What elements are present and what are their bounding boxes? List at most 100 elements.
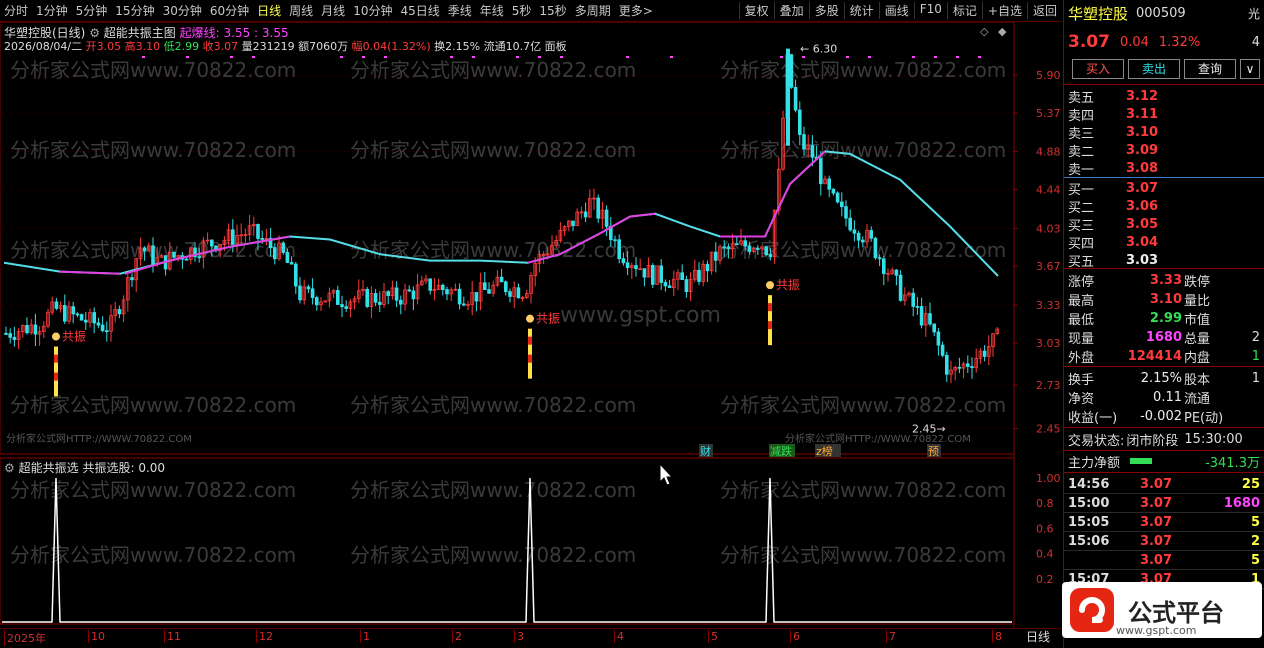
date-label: 11 bbox=[164, 630, 181, 643]
event-tag: z榜 bbox=[816, 444, 833, 458]
candle-body bbox=[386, 291, 390, 296]
stat-value: 1 bbox=[1251, 370, 1260, 386]
period-tab[interactable]: 月线 bbox=[317, 2, 349, 19]
period-tab[interactable]: 15秒 bbox=[535, 2, 570, 19]
watermark: 分析家公式网www.70822.com bbox=[720, 478, 1006, 502]
turnover-value: 2.15% bbox=[445, 40, 481, 53]
watermark: 分析家公式网www.70822.com bbox=[350, 543, 636, 567]
high-label: 高 bbox=[124, 40, 136, 53]
event-tag: 减跌 bbox=[770, 444, 792, 458]
date-label: 7 bbox=[886, 630, 896, 643]
stock-code: 000509 bbox=[1136, 5, 1186, 21]
candle-body bbox=[856, 232, 861, 241]
candle-body bbox=[285, 252, 290, 263]
sub-indicator-name[interactable]: 超能共振选 bbox=[19, 461, 79, 475]
toolbar-action[interactable]: F10 bbox=[913, 2, 947, 19]
candle-body bbox=[844, 206, 848, 219]
sell-button[interactable]: 卖出 bbox=[1128, 59, 1180, 79]
candle-body bbox=[407, 289, 411, 292]
candle-body bbox=[12, 336, 17, 340]
diamond-icon: ◇ bbox=[980, 25, 989, 38]
panel-link[interactable]: 面板 bbox=[545, 40, 567, 53]
period-tab[interactable]: 年线 bbox=[476, 2, 508, 19]
period-tab[interactable]: 45日线 bbox=[396, 2, 443, 19]
settings-icon[interactable]: ⚙ bbox=[4, 461, 15, 475]
stat-label: 流通 bbox=[1184, 391, 1211, 407]
toolbar-action[interactable]: 复权 bbox=[738, 2, 774, 19]
signal-label: 共振 bbox=[62, 330, 86, 344]
vol-value: 231219 bbox=[252, 40, 295, 53]
sub-line-value: 0.00 bbox=[138, 461, 166, 475]
candle-body bbox=[768, 254, 773, 257]
toolbar-action[interactable]: 统计 bbox=[843, 2, 879, 19]
candle-body bbox=[54, 301, 59, 309]
ask-label: 卖三 bbox=[1068, 126, 1095, 142]
candle-body bbox=[130, 277, 134, 281]
candle-body bbox=[8, 333, 13, 338]
toolbar-action[interactable]: 画线 bbox=[878, 2, 914, 19]
candle-body bbox=[793, 86, 798, 111]
bid-row: 买三 3.05 bbox=[1068, 215, 1260, 234]
query-button[interactable]: 查询 bbox=[1184, 59, 1236, 79]
more-button[interactable]: ∨ bbox=[1240, 59, 1260, 79]
candle-body bbox=[508, 291, 512, 297]
period-tab[interactable]: 10分钟 bbox=[349, 2, 396, 19]
signal-dot bbox=[472, 56, 475, 58]
period-tab[interactable]: 日线 bbox=[253, 2, 285, 19]
toolbar-action[interactable]: 标记 bbox=[946, 2, 982, 19]
side-tag[interactable]: 光 bbox=[1248, 5, 1260, 22]
period-tab[interactable]: 更多> bbox=[615, 2, 657, 19]
stat-label: 外盘 bbox=[1068, 350, 1095, 366]
ask-row: 卖五 3.12 bbox=[1068, 87, 1260, 106]
toolbar-action[interactable]: 叠加 bbox=[773, 2, 809, 19]
candle-body bbox=[877, 257, 882, 260]
tick-time: 15:00 bbox=[1068, 495, 1110, 511]
candle-body bbox=[621, 258, 626, 264]
period-tab[interactable]: 周线 bbox=[285, 2, 317, 19]
date-label: 6 bbox=[790, 630, 800, 643]
ask-price: 3.09 bbox=[1126, 142, 1159, 158]
trade-status-label: 交易状态: bbox=[1068, 433, 1125, 449]
toolbar-action[interactable]: 返回 bbox=[1026, 2, 1062, 19]
ask-price: 3.11 bbox=[1126, 106, 1159, 122]
candle-body bbox=[482, 282, 487, 290]
period-tab[interactable]: 分时 bbox=[0, 2, 32, 19]
toolbar-action[interactable]: +自选 bbox=[981, 2, 1027, 19]
candle-body bbox=[92, 312, 97, 324]
candle-body bbox=[428, 278, 432, 291]
candle-body bbox=[84, 319, 88, 323]
date-axis: 2025年 10 11 12 1 2 3 4 5 6 7 8 bbox=[0, 628, 1062, 648]
candle-body bbox=[932, 323, 936, 333]
candle-body bbox=[659, 265, 663, 283]
candle-body bbox=[272, 247, 277, 260]
price-axis-label: 2.73 bbox=[1036, 379, 1061, 392]
buy-button[interactable]: 买入 bbox=[1072, 59, 1124, 79]
period-tab[interactable]: 多周期 bbox=[571, 2, 615, 19]
period-tab[interactable]: 60分钟 bbox=[206, 2, 253, 19]
period-tab[interactable]: 季线 bbox=[444, 2, 476, 19]
period-tab[interactable]: 1分钟 bbox=[32, 2, 72, 19]
candle-body bbox=[684, 279, 689, 293]
candle-body bbox=[260, 238, 264, 240]
candle-body bbox=[33, 324, 38, 335]
bid-label: 买四 bbox=[1068, 236, 1095, 252]
candle-body bbox=[835, 192, 840, 203]
candle-body bbox=[340, 304, 344, 308]
stock-title: 华塑控股 000509 光 bbox=[1068, 4, 1260, 23]
period-tab[interactable]: 5分钟 bbox=[72, 2, 112, 19]
brand-url: www.gspt.com bbox=[1116, 624, 1197, 637]
signal-hand-icon bbox=[766, 281, 774, 290]
kline-chart[interactable]: 5.90 5.37 4.88 4.44 4.03 3.67 3.33 3.03 2.73 2.45… bbox=[0, 22, 1062, 628]
period-tab[interactable]: 30分钟 bbox=[159, 2, 206, 19]
candle-body bbox=[613, 239, 617, 242]
period-tab[interactable]: 15分钟 bbox=[111, 2, 158, 19]
period-tab[interactable]: 5秒 bbox=[508, 2, 536, 19]
signal-label: 共振 bbox=[776, 278, 800, 292]
candle-body bbox=[697, 269, 701, 282]
chg-label: 幅 bbox=[351, 40, 363, 53]
signal-bar bbox=[528, 328, 532, 379]
toolbar-action[interactable]: 多股 bbox=[808, 2, 844, 19]
signal-dot bbox=[384, 56, 387, 58]
period-indicator[interactable]: 日线 bbox=[1026, 628, 1050, 645]
signal-bar bbox=[54, 346, 58, 397]
